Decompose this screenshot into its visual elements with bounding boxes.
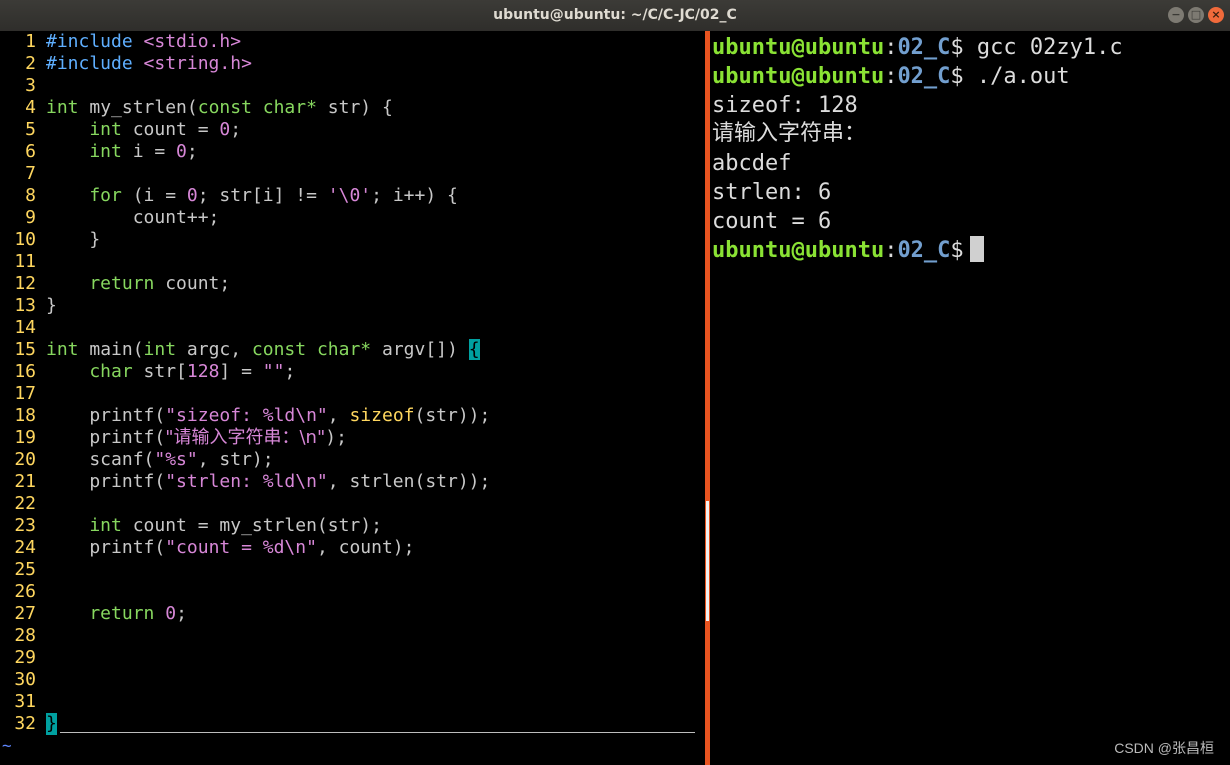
code-line-6: int i = 0; xyxy=(46,141,198,162)
line-number: 30 xyxy=(14,669,36,690)
close-button[interactable]: × xyxy=(1208,7,1224,23)
window-titlebar: ubuntu@ubuntu: ~/C/C-JC/02_C − □ × xyxy=(0,0,1230,31)
vim-editor-pane[interactable]: 1 2 3 4 5 6 7 8 9 10 11 12 13 14 15 16 17 18 19 20 21 22 23 24 2… xyxy=(0,31,705,765)
terminal-pane[interactable]: ubuntu@ubuntu:02_C$ gcc 02zy1.c ubuntu@u… xyxy=(712,31,1230,765)
code-line-27: return 0; xyxy=(46,603,187,624)
line-number: 21 xyxy=(14,471,36,492)
line-number: 12 xyxy=(14,273,36,294)
code-line-4: int my_strlen(const char* str) { xyxy=(46,97,393,118)
terminal-output-sizeof: sizeof: 128 xyxy=(712,93,858,118)
code-line-5: int count = 0; xyxy=(46,119,242,140)
line-number: 3 xyxy=(25,75,36,96)
window-title: ubuntu@ubuntu: ~/C/C-JC/02_C xyxy=(493,7,737,23)
code-line-2: #include <string.h> xyxy=(46,53,252,74)
terminal-line-cmd1: ubuntu@ubuntu:02_C$ gcc 02zy1.c xyxy=(712,35,1123,60)
line-number: 23 xyxy=(14,515,36,536)
line-number: 9 xyxy=(25,207,36,228)
line-number: 11 xyxy=(14,251,36,272)
line-number: 14 xyxy=(14,317,36,338)
code-line-19: printf("请输入字符串：\n"); xyxy=(46,427,347,448)
line-number: 1 xyxy=(25,31,36,52)
minimize-button[interactable]: − xyxy=(1168,7,1184,23)
code-line-24: printf("count = %d\n", count); xyxy=(46,537,415,558)
code-line-18: printf("sizeof: %ld\n", sizeof(str)); xyxy=(46,405,491,426)
terminal-input-echo: abcdef xyxy=(712,151,792,176)
line-number: 7 xyxy=(25,163,36,184)
line-number: 22 xyxy=(14,493,36,514)
divider-handle[interactable] xyxy=(706,501,709,621)
code-line-32: } xyxy=(46,713,57,735)
line-number: 17 xyxy=(14,383,36,404)
line-number: 4 xyxy=(25,97,36,118)
terminal-cursor xyxy=(969,236,984,262)
line-number: 2 xyxy=(25,53,36,74)
terminal-output-prompt: 请输入字符串： xyxy=(712,121,867,146)
line-number: 10 xyxy=(14,229,36,250)
line-number: 20 xyxy=(14,449,36,470)
code-line-10: } xyxy=(46,229,101,250)
line-number: 19 xyxy=(14,427,36,448)
line-number: 18 xyxy=(14,405,36,426)
maximize-button[interactable]: □ xyxy=(1188,7,1204,23)
code-line-21: printf("strlen: %ld\n", strlen(str)); xyxy=(46,471,491,492)
watermark: CSDN @张昌桓 xyxy=(1114,740,1214,756)
line-number: 28 xyxy=(14,625,36,646)
terminal-output-strlen: strlen: 6 xyxy=(712,180,832,205)
code-line-1: #include <stdio.h> xyxy=(46,31,242,52)
line-number: 5 xyxy=(25,119,36,140)
terminal-line-cmd2: ubuntu@ubuntu:02_C$ ./a.out xyxy=(712,64,1070,89)
code-line-15: int main(int argc, const char* argv[]) { xyxy=(46,339,480,360)
code-line-9: count++; xyxy=(46,207,220,228)
matched-brace-highlight: { xyxy=(468,339,480,360)
editor-status-divider xyxy=(60,732,695,733)
code-line-23: int count = my_strlen(str); xyxy=(46,515,382,536)
line-number: 25 xyxy=(14,559,36,580)
code-line-20: scanf("%s", str); xyxy=(46,449,274,470)
line-number: 13 xyxy=(14,295,36,316)
line-number: 26 xyxy=(14,581,36,602)
line-number: 31 xyxy=(14,691,36,712)
code-line-13: } xyxy=(46,295,57,316)
pane-divider[interactable] xyxy=(705,31,710,765)
code-line-16: char str[128] = ""; xyxy=(46,361,296,382)
terminal-output-count: count = 6 xyxy=(712,209,832,234)
code-line-12: return count; xyxy=(46,273,231,294)
line-number: 24 xyxy=(14,537,36,558)
line-number: 27 xyxy=(14,603,36,624)
line-number: 32 xyxy=(14,713,36,734)
line-number: 16 xyxy=(14,361,36,382)
line-number: 15 xyxy=(14,339,36,360)
empty-line-tilde: ~ xyxy=(2,736,12,755)
code-line-8: for (i = 0; str[i] != '\0'; i++) { xyxy=(46,185,458,206)
line-number: 8 xyxy=(25,185,36,206)
line-number: 6 xyxy=(25,141,36,162)
terminal-current-prompt[interactable]: ubuntu@ubuntu:02_C$ xyxy=(712,236,984,265)
line-number: 29 xyxy=(14,647,36,668)
